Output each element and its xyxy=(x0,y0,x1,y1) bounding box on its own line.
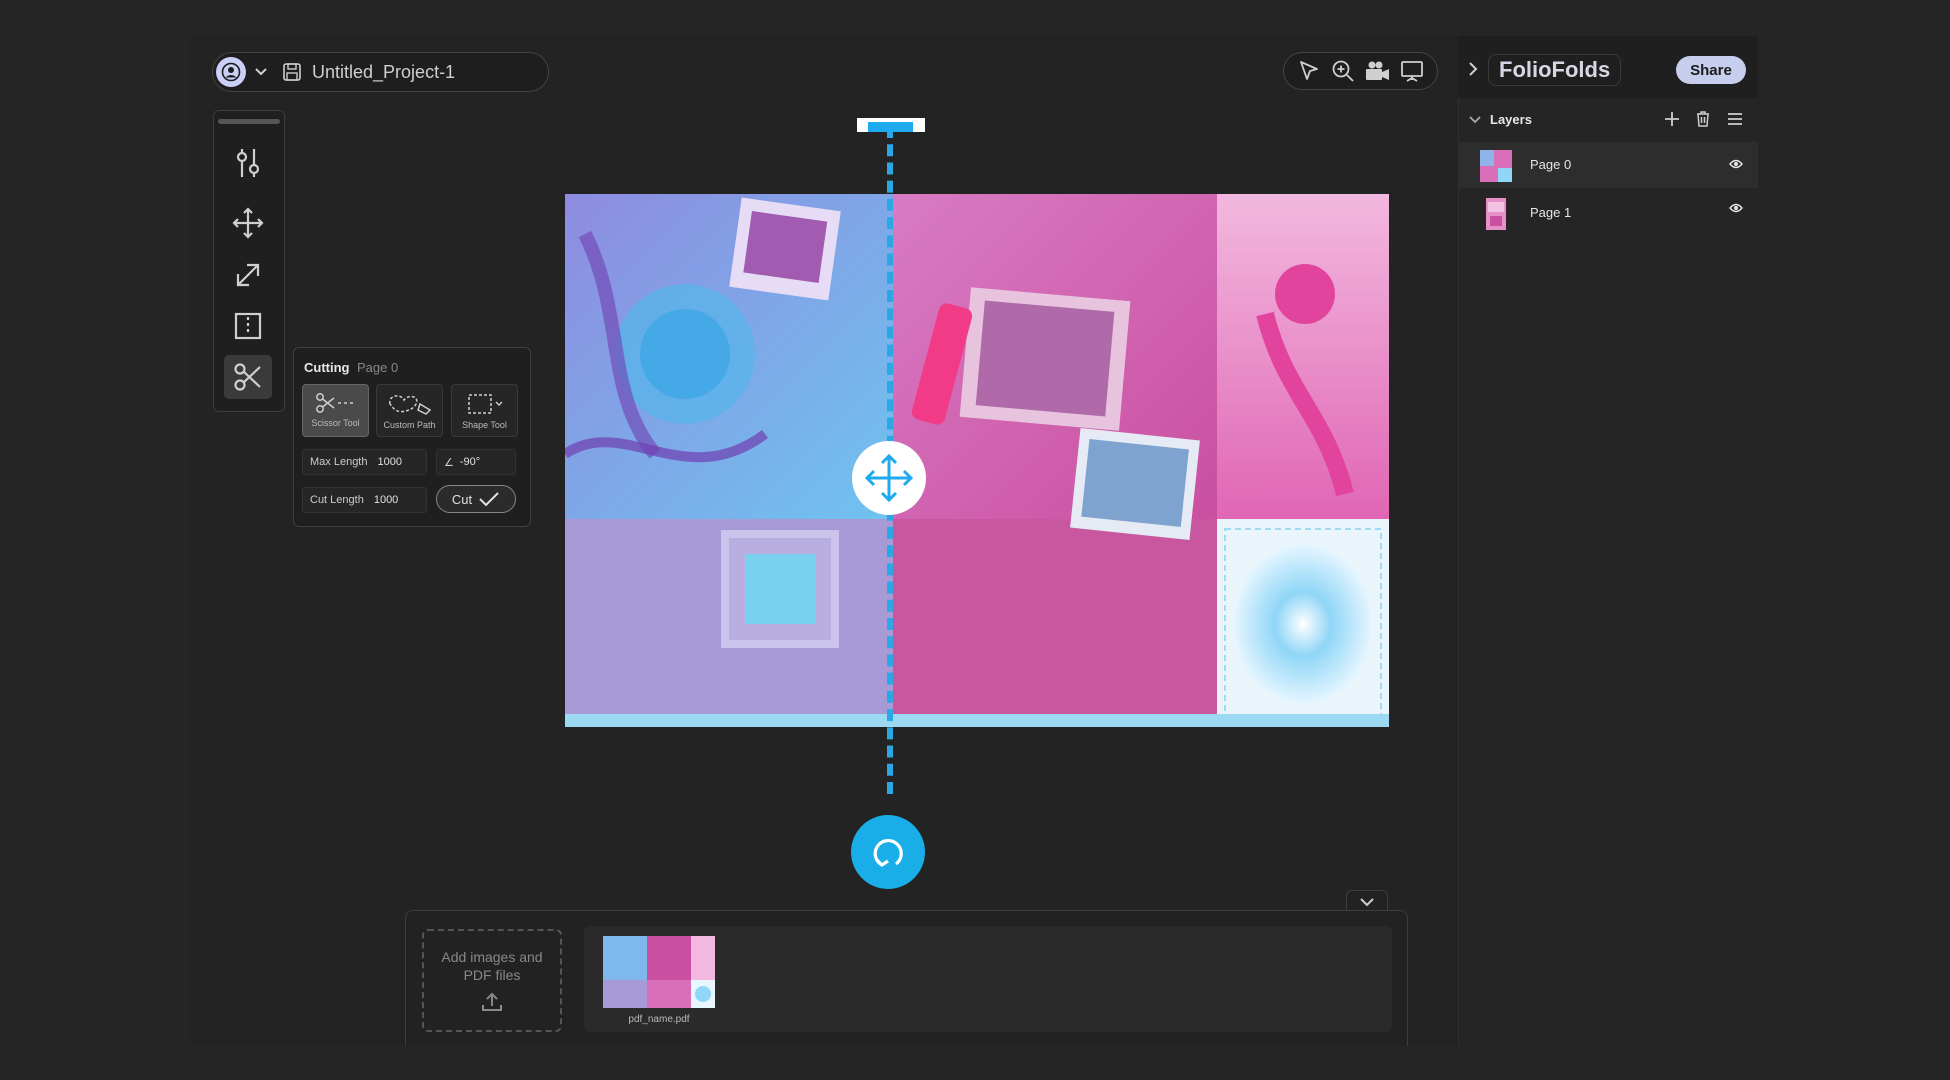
cut-line-top-handle[interactable] xyxy=(857,118,925,132)
upload-icon xyxy=(482,992,502,1011)
upload-dropzone[interactable]: Add images and PDF files xyxy=(422,929,562,1032)
project-name[interactable]: Untitled_Project-1 xyxy=(312,62,455,83)
scissors-icon xyxy=(234,363,261,391)
max-length-field[interactable]: Max Length 1000 xyxy=(302,449,427,475)
layers-title: Layers xyxy=(1490,112,1532,127)
dashed-rect-icon xyxy=(467,394,502,414)
add-layer-icon[interactable] xyxy=(1663,110,1681,128)
move-tool-button[interactable] xyxy=(224,201,272,245)
zoom-in-icon[interactable] xyxy=(1330,58,1356,84)
trash-icon[interactable] xyxy=(1694,110,1712,128)
split-frame-icon xyxy=(234,312,262,340)
cut-button-label: Cut xyxy=(451,491,473,507)
file-name: pdf_name.pdf xyxy=(628,1014,690,1025)
save-icon[interactable] xyxy=(282,62,302,82)
cut-rotate-handle[interactable] xyxy=(851,815,925,889)
canvas-collage-image[interactable] xyxy=(565,194,1389,727)
bottom-strip xyxy=(0,1046,1950,1080)
brand-logo: FolioFolds xyxy=(1488,54,1622,86)
visibility-eye-icon[interactable] xyxy=(1729,158,1743,170)
layers-header: Layers xyxy=(1458,100,1758,140)
scissor-tool-option[interactable]: Scissor Tool xyxy=(302,384,369,437)
view-tools xyxy=(1283,52,1438,90)
user-icon xyxy=(221,62,241,82)
max-length-value[interactable]: 1000 xyxy=(377,456,401,468)
pointer-icon[interactable] xyxy=(1296,58,1322,84)
pen-path-icon xyxy=(388,395,431,415)
layers-collapse-chevron-icon[interactable] xyxy=(1468,115,1482,125)
panel-expand-chevron-icon[interactable] xyxy=(1467,60,1479,78)
tool-palette xyxy=(213,110,285,412)
shape-tool-label: Shape Tool xyxy=(462,420,507,430)
rotate-icon xyxy=(873,838,903,868)
share-button[interactable]: Share xyxy=(1676,56,1746,84)
scissor-dashed-icon xyxy=(315,393,356,413)
layer-thumbnail xyxy=(1486,198,1506,230)
layer-name: Page 0 xyxy=(1530,157,1572,172)
account-chevron-down-icon[interactable] xyxy=(254,65,268,79)
layer-thumbnail xyxy=(1480,150,1512,182)
layer-name: Page 1 xyxy=(1530,205,1572,220)
scissor-tool-label: Scissor Tool xyxy=(311,418,360,428)
angle-field[interactable]: ∠ -90° xyxy=(436,449,516,475)
cut-length-label: Cut Length xyxy=(310,494,364,506)
move-arrows-icon xyxy=(232,207,264,239)
presentation-icon[interactable] xyxy=(1399,58,1425,84)
custom-path-option[interactable]: Custom Path xyxy=(376,384,443,437)
cut-button[interactable]: Cut xyxy=(436,485,516,513)
cut-move-handle[interactable] xyxy=(852,441,926,515)
checkmark-icon xyxy=(479,492,499,507)
max-length-label: Max Length xyxy=(310,456,368,468)
resize-tool-button[interactable] xyxy=(224,253,272,297)
cutting-panel: Cutting Page 0 Scissor Tool Custom Path … xyxy=(293,347,531,527)
dropzone-text: Add images and PDF files xyxy=(441,948,543,983)
angle-icon: ∠ xyxy=(444,456,454,469)
toolbar-drag-handle[interactable] xyxy=(218,119,280,124)
cut-length-field[interactable]: Cut Length 1000 xyxy=(302,487,427,513)
cut-tool-button[interactable] xyxy=(224,355,272,399)
project-bar: Untitled_Project-1 xyxy=(212,52,549,92)
visibility-eye-icon[interactable] xyxy=(1729,202,1743,214)
shape-tool-option[interactable]: Shape Tool xyxy=(451,384,518,437)
move-arrows-icon xyxy=(864,453,914,503)
layer-row-page-1[interactable]: Page 1 xyxy=(1458,190,1758,236)
layer-row-page-0[interactable]: Page 0 xyxy=(1458,142,1758,188)
file-thumbnail[interactable] xyxy=(603,936,715,1008)
adjust-tool-button[interactable] xyxy=(224,141,272,185)
custom-path-label: Custom Path xyxy=(383,420,436,430)
sliders-icon xyxy=(236,149,260,177)
menu-icon[interactable] xyxy=(1726,110,1744,128)
cutting-panel-page: Page 0 xyxy=(357,360,399,375)
user-avatar[interactable] xyxy=(216,57,246,87)
chevron-down-icon xyxy=(1360,898,1374,907)
cutting-panel-title: Cutting xyxy=(304,360,350,375)
split-tool-button[interactable] xyxy=(224,304,272,348)
angle-value[interactable]: -90° xyxy=(460,456,480,468)
resize-icon xyxy=(236,263,260,287)
camera-icon[interactable] xyxy=(1363,58,1391,84)
cut-length-value[interactable]: 1000 xyxy=(374,494,398,506)
